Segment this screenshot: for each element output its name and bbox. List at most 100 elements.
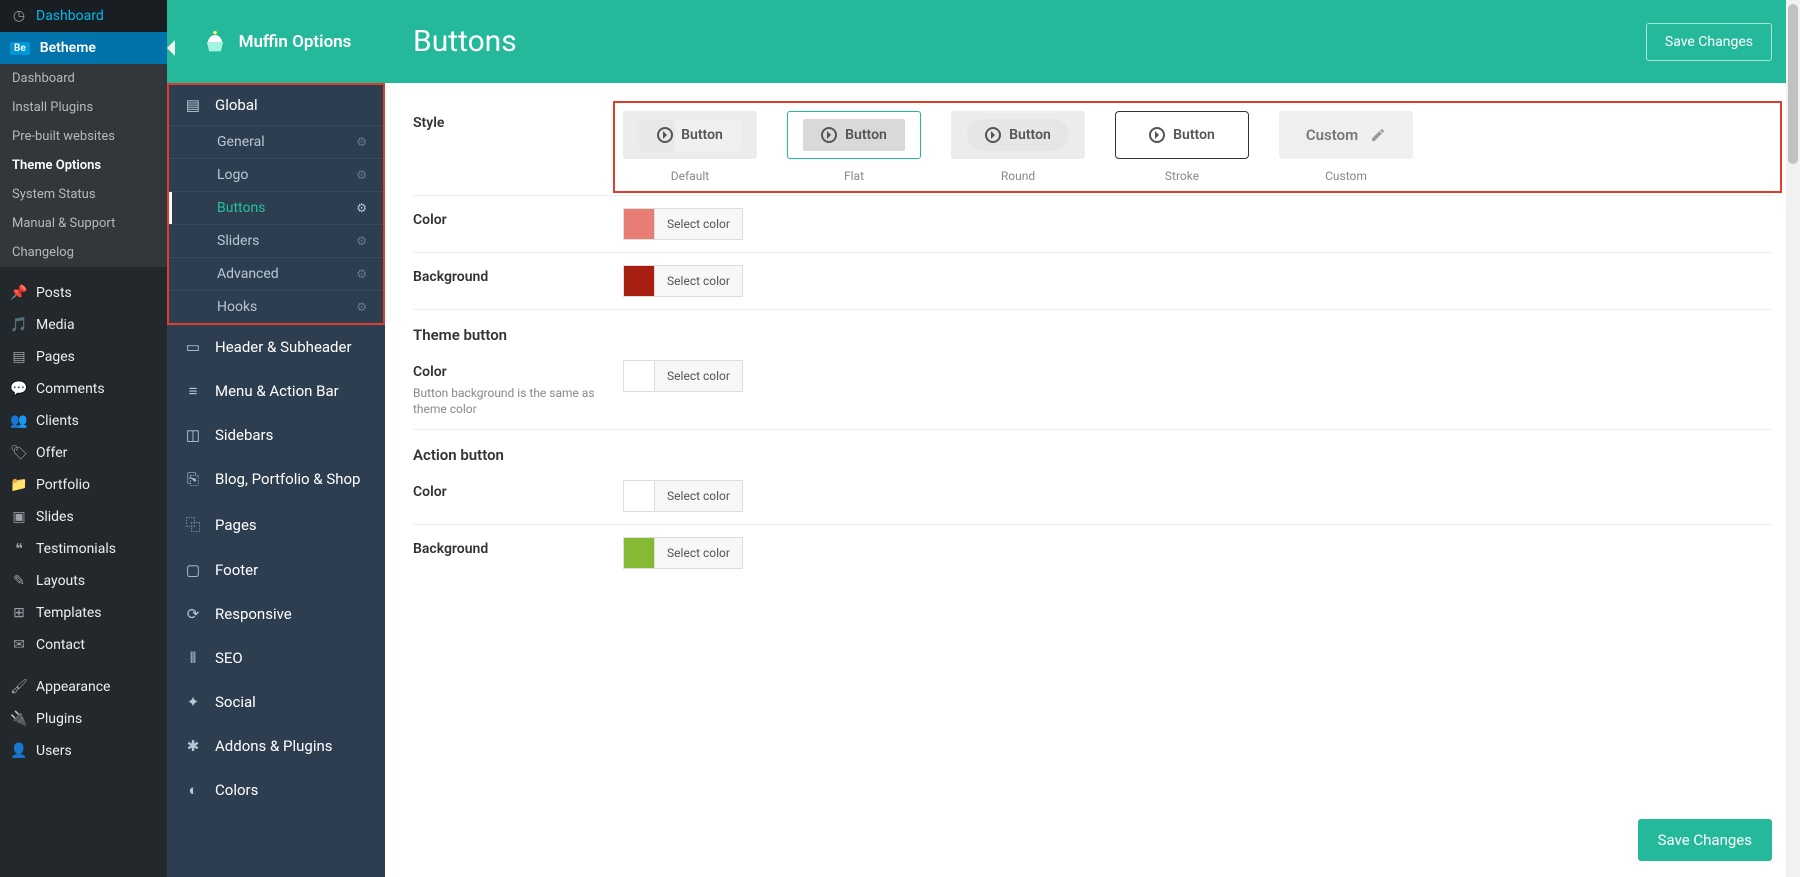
theme-color-picker[interactable]: Select color	[623, 360, 743, 392]
action-bg-picker[interactable]: Select color	[623, 537, 743, 569]
wp-admin-sidebar: ◷DashboardBeBethemeDashboardInstall Plug…	[0, 0, 167, 877]
style-option-stroke[interactable]: ButtonStroke	[1115, 111, 1249, 183]
section-social[interactable]: ✦Social	[169, 682, 383, 722]
wp-submenu-system-status[interactable]: System Status	[0, 180, 167, 209]
wp-menu-appearance[interactable]: 🖌Appearance	[0, 671, 167, 703]
wp-menu-plugins[interactable]: 🔌Plugins	[0, 703, 167, 735]
wp-submenu-pre-built-websites[interactable]: Pre-built websites	[0, 122, 167, 151]
wp-menu-dashboard[interactable]: ◷Dashboard	[0, 0, 167, 32]
wp-menu-media[interactable]: 🎵Media	[0, 309, 167, 341]
wp-menu-layouts[interactable]: ✎Layouts	[0, 565, 167, 597]
action-bg-label: Background	[413, 537, 623, 557]
subsection-buttons[interactable]: Buttons⚙	[169, 191, 383, 224]
user-icon: 👤	[10, 743, 28, 759]
dashboard-icon: ◷	[10, 8, 28, 24]
wp-menu-offer[interactable]: 🏷Offer	[0, 437, 167, 469]
wp-menu-comments[interactable]: 💬Comments	[0, 373, 167, 405]
pencil-icon	[1370, 127, 1386, 143]
grid-icon: ⊞	[10, 605, 28, 621]
color-swatch	[624, 538, 654, 568]
cupcake-icon	[201, 28, 229, 56]
slides-icon: ▣	[10, 509, 28, 525]
style-options: ButtonDefault ButtonFlat ButtonRound Button…	[623, 111, 1772, 183]
subsection-logo[interactable]: Logo⚙	[169, 158, 383, 191]
folder-icon: 📁	[10, 477, 28, 493]
wp-menu-pages[interactable]: ▤Pages	[0, 341, 167, 373]
global-icon: ▤	[183, 96, 203, 114]
arrow-circle-icon	[821, 127, 837, 143]
subsection-hooks[interactable]: Hooks⚙	[169, 290, 383, 323]
background-label: Background	[413, 265, 623, 285]
wp-submenu-changelog[interactable]: Changelog	[0, 238, 167, 267]
addons-icon: ✱	[183, 737, 203, 755]
wp-menu-templates[interactable]: ⊞Templates	[0, 597, 167, 629]
wp-menu-posts[interactable]: 📌Posts	[0, 277, 167, 309]
section-seo[interactable]: ⫴SEO	[169, 638, 383, 678]
subsection-general[interactable]: General⚙	[169, 125, 383, 158]
background-color-picker[interactable]: Select color	[623, 265, 743, 297]
color-swatch	[624, 266, 654, 296]
section-menu-action-bar[interactable]: ≡Menu & Action Bar	[169, 371, 383, 411]
section-colors[interactable]: ◐Colors	[169, 770, 383, 810]
wp-menu-betheme[interactable]: BeBetheme	[0, 32, 167, 64]
action-color-picker[interactable]: Select color	[623, 480, 743, 512]
save-changes-button-bottom[interactable]: Save Changes	[1638, 819, 1772, 861]
color-swatch	[624, 209, 654, 239]
subsection-sliders[interactable]: Sliders⚙	[169, 224, 383, 257]
wp-submenu-dashboard[interactable]: Dashboard	[0, 64, 167, 93]
plug-icon: 🔌	[10, 711, 28, 727]
users-icon: 👥	[10, 413, 28, 429]
wp-menu-users[interactable]: 👤Users	[0, 735, 167, 767]
wp-menu-slides[interactable]: ▣Slides	[0, 501, 167, 533]
select-color-button[interactable]: Select color	[654, 266, 742, 296]
color-picker[interactable]: Select color	[623, 208, 743, 240]
select-color-button[interactable]: Select color	[654, 361, 742, 391]
section-blog-portfolio-shop[interactable]: ⎘Blog, Portfolio & Shop	[169, 459, 383, 499]
arrow-circle-icon	[985, 127, 1001, 143]
arrow-circle-icon	[1149, 127, 1165, 143]
menu-icon: ≡	[183, 382, 203, 400]
style-option-default[interactable]: ButtonDefault	[623, 111, 757, 183]
subsection-advanced[interactable]: Advanced⚙	[169, 257, 383, 290]
style-option-flat[interactable]: ButtonFlat	[787, 111, 921, 183]
gear-icon: ⚙	[356, 201, 367, 215]
wp-submenu-manual-&-support[interactable]: Manual & Support	[0, 209, 167, 238]
scrollbar-thumb[interactable]	[1788, 4, 1798, 164]
page-title: Buttons	[413, 24, 517, 59]
pages-icon: ⿻	[183, 514, 203, 535]
color-swatch	[624, 361, 654, 391]
section-addons-plugins[interactable]: ✱Addons & Plugins	[169, 726, 383, 766]
section-pages[interactable]: ⿻Pages	[169, 503, 383, 546]
wp-menu-portfolio[interactable]: 📁Portfolio	[0, 469, 167, 501]
content-area: Buttons Save Changes Style ButtonDefault…	[385, 0, 1800, 877]
select-color-button[interactable]: Select color	[654, 538, 742, 568]
gear-icon: ⚙	[356, 267, 367, 281]
topbar: Buttons Save Changes	[385, 0, 1800, 83]
brand-label: Muffin Options	[239, 32, 352, 52]
responsive-icon: ⟳	[183, 605, 203, 623]
section-header-subheader[interactable]: ▭Header & Subheader	[169, 327, 383, 367]
section-footer[interactable]: ▢Footer	[169, 550, 383, 590]
select-color-button[interactable]: Select color	[654, 209, 742, 239]
brand-header: Muffin Options	[167, 0, 385, 83]
scrollbar-track[interactable]	[1786, 0, 1800, 877]
save-changes-button-top[interactable]: Save Changes	[1646, 23, 1772, 61]
colors-icon: ◐	[183, 781, 203, 799]
wp-menu-clients[interactable]: 👥Clients	[0, 405, 167, 437]
style-option-custom[interactable]: CustomCustom	[1279, 111, 1413, 183]
wp-submenu-theme-options[interactable]: Theme Options	[0, 151, 167, 180]
section-global[interactable]: ▤Global	[169, 85, 383, 125]
gear-icon: ⚙	[356, 135, 367, 149]
select-color-button[interactable]: Select color	[654, 481, 742, 511]
page-icon: ▤	[10, 349, 28, 365]
wp-menu-contact[interactable]: ✉Contact	[0, 629, 167, 661]
seo-icon: ⫴	[183, 649, 203, 667]
sidebar-icon: ◫	[183, 426, 203, 444]
section-responsive[interactable]: ⟳Responsive	[169, 594, 383, 634]
muffin-options-sidebar: Muffin Options ▤GlobalGeneral⚙Logo⚙Butto…	[167, 0, 385, 877]
section-sidebars[interactable]: ◫Sidebars	[169, 415, 383, 455]
wp-submenu-install-plugins[interactable]: Install Plugins	[0, 93, 167, 122]
wp-menu-testimonials[interactable]: ❝Testimonials	[0, 533, 167, 565]
style-option-round[interactable]: ButtonRound	[951, 111, 1085, 183]
mail-icon: ✉	[10, 637, 28, 653]
